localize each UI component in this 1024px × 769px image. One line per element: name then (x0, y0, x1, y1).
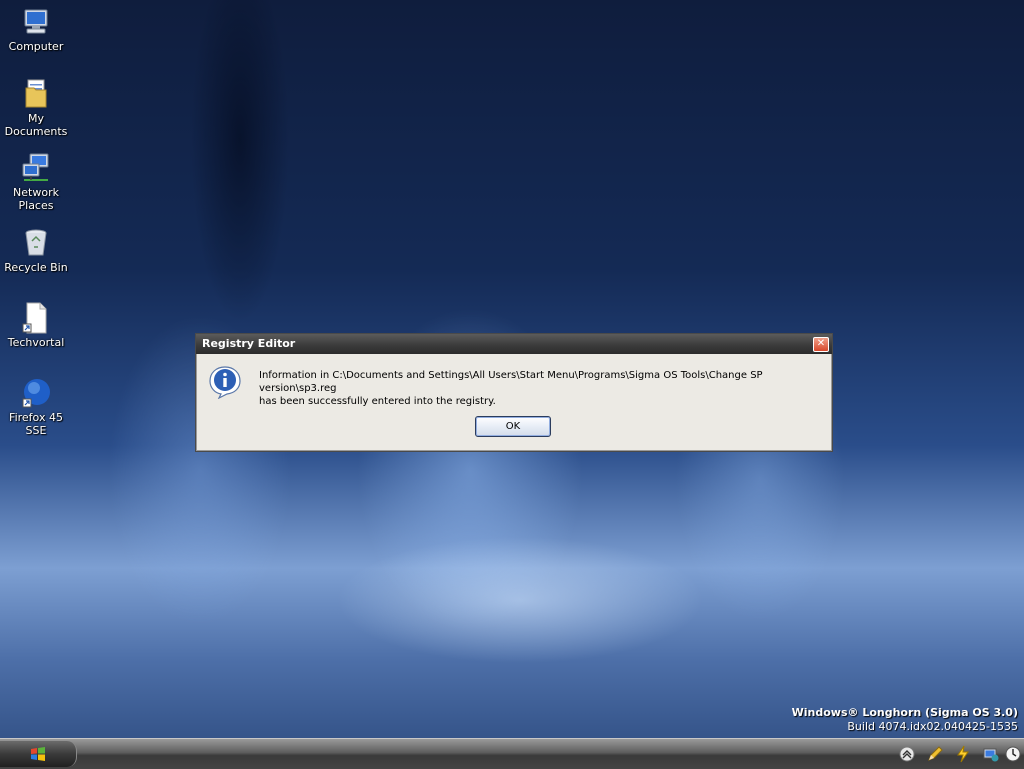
os-build: Build 4074.idx02.040425-1535 (847, 720, 1018, 733)
document-shortcut-icon (20, 302, 52, 334)
dialog-title-bar[interactable]: Registry Editor ✕ (196, 334, 832, 354)
os-version-watermark: Windows® Longhorn (Sigma OS 3.0) Build 4… (792, 706, 1018, 734)
network-tray-icon[interactable] (982, 745, 1000, 763)
desktop-icon-label: Computer (8, 40, 64, 53)
desktop-icon-label: Recycle Bin (4, 261, 68, 274)
desktop-icon-recycle-bin[interactable]: Recycle Bin (0, 227, 73, 274)
dialog-body: Information in C:\Documents and Settings… (196, 354, 832, 450)
desktop-icon-computer[interactable]: Computer (0, 6, 73, 53)
desktop-icon-label: Firefox 45 SSE (9, 411, 63, 437)
dialog-message: Information in C:\Documents and Settings… (259, 369, 826, 408)
desktop-icon-techvortal[interactable]: Techvortal (0, 302, 73, 349)
os-name: Windows® Longhorn (Sigma OS 3.0) (791, 706, 1018, 719)
system-tray (874, 740, 1024, 768)
recycle-bin-icon (20, 227, 52, 259)
close-icon: ✕ (816, 338, 826, 349)
desktop-icon-label: My Documents (4, 112, 68, 138)
desktop-icon-label: Network Places (13, 186, 59, 212)
information-icon (208, 365, 242, 400)
network-icon (20, 152, 52, 184)
start-button[interactable] (0, 741, 77, 767)
clock-icon[interactable] (1004, 745, 1022, 763)
message-line-1: Information in C:\Documents and Settings… (259, 370, 763, 394)
close-button[interactable]: ✕ (813, 337, 829, 352)
taskbar (0, 738, 1024, 769)
show-hidden-icons-icon[interactable] (898, 745, 916, 763)
lightning-icon[interactable] (954, 745, 972, 763)
desktop-icon-label: Techvortal (7, 336, 65, 349)
desktop-icon-firefox[interactable]: Firefox 45 SSE (0, 377, 73, 437)
dialog-title: Registry Editor (202, 337, 296, 350)
pencil-icon[interactable] (926, 745, 944, 763)
ok-button[interactable]: OK (475, 416, 551, 437)
windows-flag-icon (30, 746, 46, 762)
message-line-2: has been successfully entered into the r… (259, 396, 496, 407)
desktop-icon-my-documents[interactable]: My Documents (0, 78, 73, 138)
firefox-icon (20, 377, 52, 409)
registry-editor-dialog: Registry Editor ✕ Information in C:\Docu… (195, 333, 833, 452)
computer-icon (20, 6, 52, 38)
folder-documents-icon (20, 78, 52, 110)
desktop-icon-network-places[interactable]: Network Places (0, 152, 73, 212)
